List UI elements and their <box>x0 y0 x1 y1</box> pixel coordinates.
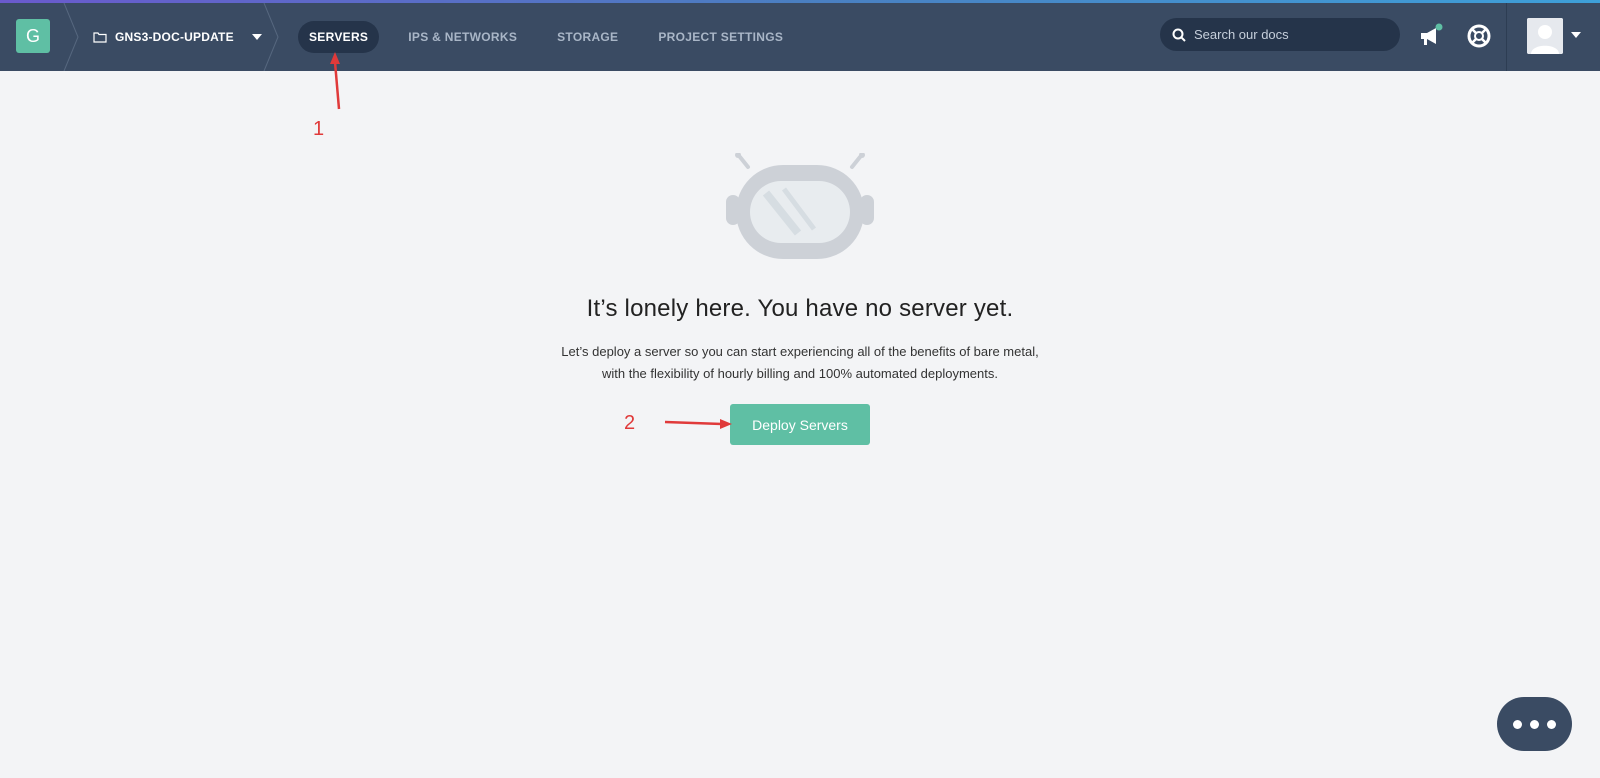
project-selector[interactable]: GNS3-DOC-UPDATE <box>93 3 262 71</box>
empty-state-description: Let’s deploy a server so you can start e… <box>500 341 1100 385</box>
deploy-servers-button[interactable]: Deploy Servers <box>730 404 870 445</box>
header-divider <box>1506 3 1507 71</box>
nav-ips-networks[interactable]: IPS & NETWORKS <box>397 21 528 53</box>
empty-state-headline: It’s lonely here. You have no server yet… <box>586 295 1014 322</box>
user-avatar[interactable] <box>1527 18 1563 54</box>
chat-dot <box>1547 719 1556 729</box>
breadcrumb-separator <box>63 3 79 71</box>
nav-servers[interactable]: SERVERS <box>298 21 380 53</box>
caret-down-icon[interactable] <box>1571 32 1581 38</box>
nav-project-settings[interactable]: PROJECT SETTINGS <box>647 21 794 53</box>
annotation-label-1: 1 <box>313 118 325 140</box>
org-badge[interactable]: G <box>16 19 50 53</box>
docs-search[interactable] <box>1160 18 1400 51</box>
breadcrumb-separator <box>263 3 279 71</box>
annotation-label-2: 2 <box>624 412 636 434</box>
description-line-2: with the flexibility of hourly billing a… <box>601 366 998 381</box>
top-navigation-bar: G GNS3-DOC-UPDATE SERVERS IPS & NETWORKS… <box>0 3 1600 71</box>
folder-icon <box>93 32 107 43</box>
nav-storage[interactable]: STORAGE <box>546 21 629 53</box>
chat-dot <box>1530 719 1539 729</box>
annotation-arrow-2 <box>664 420 723 426</box>
robot-illustration <box>726 153 874 259</box>
search-icon <box>1172 28 1186 42</box>
project-nav: SERVERS IPS & NETWORKS STORAGE PROJECT S… <box>298 3 812 71</box>
annotation-arrows <box>330 52 732 429</box>
search-input[interactable] <box>1194 27 1384 42</box>
caret-down-icon <box>251 34 262 40</box>
description-line-1: Let’s deploy a server so you can start e… <box>561 344 1039 359</box>
chat-launcher-button[interactable] <box>1497 697 1572 751</box>
megaphone-icon[interactable] <box>1418 23 1444 49</box>
lifebuoy-icon[interactable] <box>1466 23 1492 49</box>
chat-dot <box>1513 719 1522 729</box>
user-avatar-icon <box>1527 18 1563 54</box>
project-name: GNS3-DOC-UPDATE <box>115 30 234 44</box>
